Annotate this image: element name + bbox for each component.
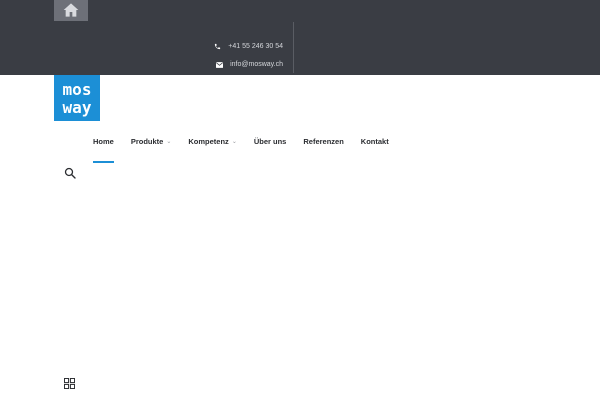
nav-item-label: Kontakt [360,137,389,146]
nav-item-ueber-uns[interactable]: Über uns [254,137,287,146]
nav-item-label: Kompetenz [188,137,229,146]
logo[interactable]: mos way [54,75,100,121]
nav-item-kontakt[interactable]: Kontakt [361,137,389,146]
home-button[interactable] [54,0,88,21]
envelope-icon [216,61,224,68]
nav-item-label: Referenzen [303,137,344,146]
email-link[interactable]: info@mosway.ch [230,61,283,68]
logo-line-1: mos [62,79,92,99]
nav-item-kompetenz[interactable]: Kompetenz ⌄ [188,137,236,146]
phone-icon [214,43,221,50]
nav-item-label: Über uns [253,137,287,146]
grid-icon [63,377,76,390]
home-icon [63,3,79,17]
nav-item-label: Produkte [130,137,164,146]
topbar-divider [293,22,294,73]
main-nav: Home Produkte ⌄ Kompetenz ⌄ Über uns Ref… [93,137,406,163]
chevron-down-icon: ⌄ [231,139,237,145]
chevron-down-icon: ⌄ [166,139,172,145]
nav-item-home[interactable]: Home [93,137,114,163]
contact-email[interactable]: info@mosway.ch [216,61,283,68]
search-button[interactable] [64,166,76,179]
phone-number[interactable]: +41 55 246 30 54 [228,43,283,50]
nav-item-label: Home [93,137,114,146]
logo-line-2: way [62,97,92,117]
top-bar: +41 55 246 30 54 info@mosway.ch [0,0,600,75]
search-icon [64,167,76,179]
nav-item-produkte[interactable]: Produkte ⌄ [131,137,172,146]
nav-item-referenzen[interactable]: Referenzen [303,137,343,146]
contact-phone[interactable]: +41 55 246 30 54 [214,43,283,50]
grid-menu-button[interactable] [63,376,76,390]
